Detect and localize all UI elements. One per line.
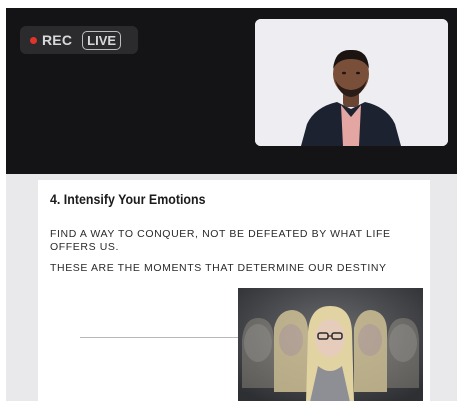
video-bar: REC LIVE xyxy=(6,8,457,174)
shared-screen: 4. Intensify Your Emotions FIND A WAY TO… xyxy=(6,174,457,401)
rec-label: REC xyxy=(42,32,73,48)
presentation-slide: 4. Intensify Your Emotions FIND A WAY TO… xyxy=(38,180,430,401)
live-badge: LIVE xyxy=(82,30,122,50)
slide-divider xyxy=(80,337,240,338)
meeting-window: REC LIVE 4. Intensify Your Emotions FIND… xyxy=(6,8,457,401)
emotions-photo xyxy=(238,288,423,401)
slide-text-line-2: THESE ARE THE MOMENTS THAT DETERMINE OUR… xyxy=(50,262,387,274)
participant-avatar-image xyxy=(255,19,448,146)
slide-text-line-1: FIND A WAY TO CONQUER, NOT BE DEFEATED B… xyxy=(50,228,391,253)
record-dot-icon xyxy=(30,36,37,44)
recording-indicator[interactable]: REC LIVE xyxy=(20,26,138,54)
women-emotions-image xyxy=(238,288,423,401)
slide-title: 4. Intensify Your Emotions xyxy=(50,192,206,207)
participant-video-tile[interactable] xyxy=(255,19,448,146)
